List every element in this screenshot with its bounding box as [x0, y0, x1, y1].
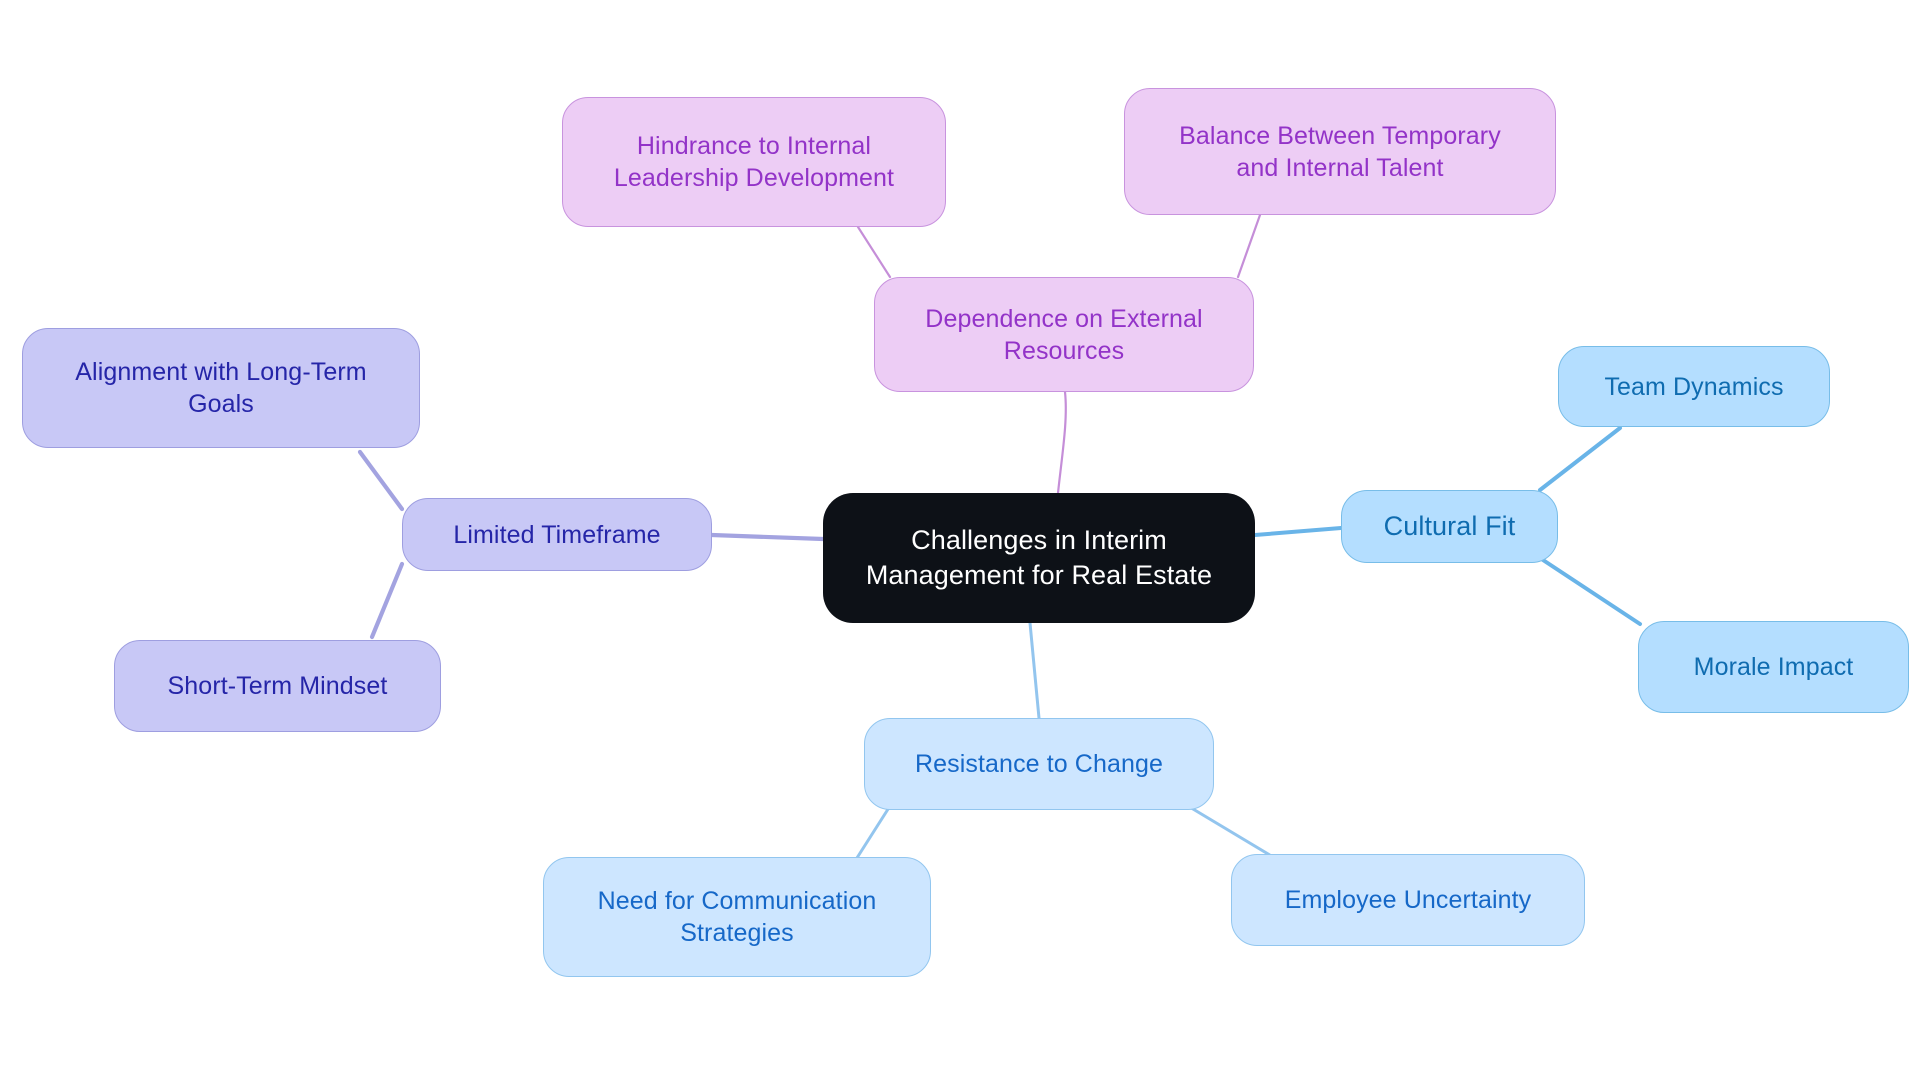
- mindmap-node-morale-impact[interactable]: Morale Impact: [1638, 621, 1909, 713]
- mindmap-node-label: Employee Uncertainty: [1284, 886, 1532, 914]
- mindmap-edge: [1186, 804, 1275, 859]
- mindmap-node-limited-timeframe[interactable]: Limited Timeframe: [402, 498, 712, 571]
- mindmap-node-label: Balance Between Temporary and Internal T…: [1179, 121, 1501, 182]
- mindmap-canvas: Hindrance to Internal Leadership Develop…: [0, 0, 1920, 1083]
- mindmap-node-employee-uncertainty[interactable]: Employee Uncertainty: [1231, 854, 1585, 946]
- mindmap-node-label: Morale Impact: [1693, 653, 1854, 681]
- mindmap-node-need-for-communication-strategies[interactable]: Need for Communication Strategies: [543, 857, 931, 977]
- mindmap-node-label: Team Dynamics: [1604, 372, 1784, 401]
- mindmap-node-cultural-fit[interactable]: Cultural Fit: [1341, 490, 1558, 563]
- mindmap-node-label: Hindrance to Internal Leadership Develop…: [613, 132, 895, 192]
- mindmap-node-root[interactable]: Challenges in Interim Management for Rea…: [823, 493, 1255, 623]
- mindmap-edge: [1541, 558, 1642, 626]
- mindmap-edge: [357, 449, 405, 512]
- mindmap-edge: [709, 532, 826, 542]
- mindmap-node-resistance-to-change[interactable]: Resistance to Change: [864, 718, 1214, 810]
- mindmap-node-label: Short-Term Mindset: [167, 672, 388, 700]
- mindmap-node-alignment-with-long-term-goals[interactable]: Alignment with Long-Term Goals: [22, 328, 420, 448]
- mindmap-node-label: Limited Timeframe: [453, 520, 661, 549]
- mindmap-edge: [853, 804, 892, 863]
- mindmap-node-short-term-mindset[interactable]: Short-Term Mindset: [114, 640, 441, 732]
- mindmap-node-label: Cultural Fit: [1383, 511, 1516, 542]
- mindmap-edge: [1236, 213, 1262, 279]
- mindmap-edge: [856, 225, 892, 279]
- mindmap-node-label: Dependence on External Resources: [925, 304, 1203, 365]
- mindmap-node-dependence-on-external-resources[interactable]: Dependence on External Resources: [874, 277, 1254, 392]
- mindmap-node-label: Challenges in Interim Management for Rea…: [865, 525, 1213, 590]
- mindmap-edge: [1028, 621, 1041, 720]
- mindmap-node-label: Resistance to Change: [915, 750, 1163, 778]
- mindmap-node-label: Alignment with Long-Term Goals: [75, 358, 367, 418]
- mindmap-edge: [1056, 390, 1067, 495]
- mindmap-node-balance-between-temporary-and-internal-talent[interactable]: Balance Between Temporary and Internal T…: [1124, 88, 1556, 215]
- mindmap-edge: [1253, 526, 1343, 537]
- mindmap-node-team-dynamics[interactable]: Team Dynamics: [1558, 346, 1830, 427]
- mindmap-edge: [369, 561, 405, 640]
- mindmap-node-label: Need for Communication Strategies: [597, 887, 877, 947]
- mindmap-node-hindrance-to-internal-leadership-development[interactable]: Hindrance to Internal Leadership Develop…: [562, 97, 946, 227]
- mindmap-edge: [1538, 426, 1622, 492]
